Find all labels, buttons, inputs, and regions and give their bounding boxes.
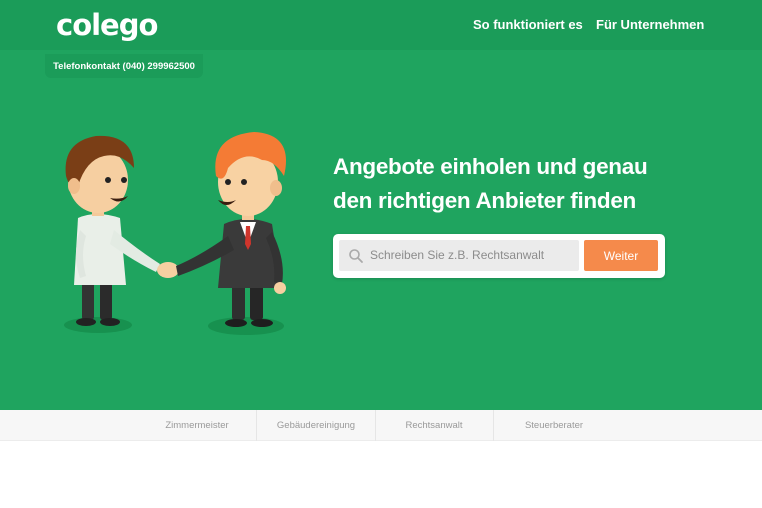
category-divider	[375, 410, 376, 441]
logo[interactable]: colego	[56, 8, 158, 42]
header-bar: colego So funktioniert es Für Unternehme…	[0, 0, 762, 50]
category-divider	[256, 410, 257, 441]
category-link-rechtsanwalt[interactable]: Rechtsanwalt	[377, 410, 491, 441]
hero-headline-line2: den richtigen Anbieter finden	[333, 188, 636, 213]
search-submit-button[interactable]: Weiter	[584, 240, 658, 271]
category-link-gebaeudereinigung[interactable]: Gebäudereinigung	[258, 410, 374, 441]
handshake-hands	[157, 262, 179, 278]
category-link-zimmermeister[interactable]: Zimmermeister	[140, 410, 254, 441]
nav-how-it-works-link[interactable]: So funktioniert es	[473, 17, 583, 32]
right-man-figure	[176, 132, 286, 327]
search-placeholder: Schreiben Sie z.B. Rechtsanwalt	[370, 248, 545, 262]
phone-contact-tab[interactable]: Telefonkontakt (040) 299962500	[45, 54, 203, 78]
right-man-shadow	[208, 317, 284, 335]
category-bar: Zimmermeister Gebäudereinigung Rechtsanw…	[0, 410, 762, 441]
category-divider	[493, 410, 494, 441]
hero-headline-line1: Angebote einholen und genau	[333, 154, 648, 179]
search-icon	[349, 249, 363, 263]
left-man-figure	[65, 135, 160, 326]
left-man-shadow	[64, 317, 132, 333]
search-input[interactable]: Schreiben Sie z.B. Rechtsanwalt	[339, 240, 579, 271]
hero-headline: Angebote einholen und genau den richtige…	[333, 150, 733, 218]
search-form: Schreiben Sie z.B. Rechtsanwalt Weiter	[333, 234, 665, 278]
phone-contact-label: Telefonkontakt (040) 299962500	[53, 60, 195, 72]
nav-for-companies-link[interactable]: Für Unternehmen	[596, 17, 704, 32]
category-link-steuerberater[interactable]: Steuerberater	[495, 410, 613, 441]
handshake-illustration	[64, 132, 286, 335]
